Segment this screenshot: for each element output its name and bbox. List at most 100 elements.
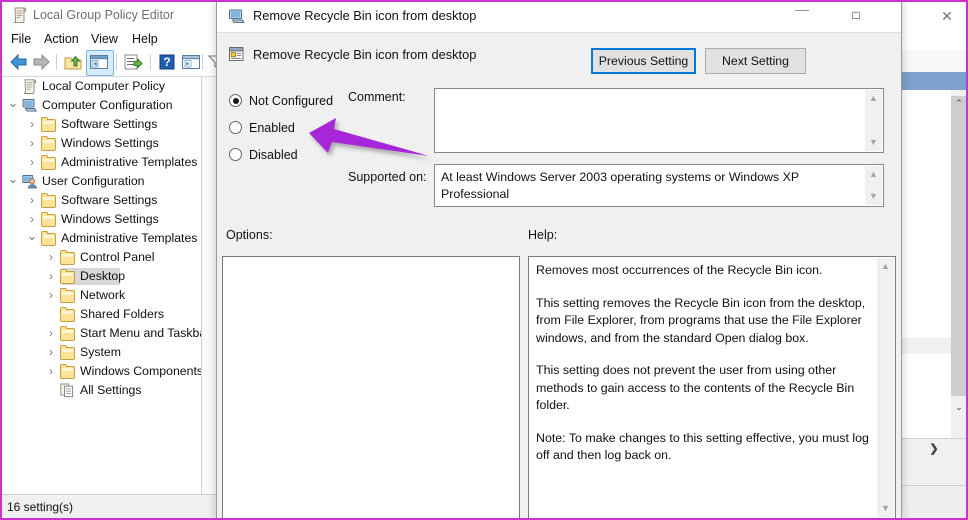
supported-on-scrollbar[interactable]: ▲ ▼ <box>865 166 882 205</box>
chevron-right-icon[interactable]: › <box>25 153 39 172</box>
tree-item-label: Software Settings <box>61 193 158 207</box>
next-setting-button[interactable]: Next Setting <box>705 48 806 74</box>
folder-icon <box>41 155 57 170</box>
chevron-right-icon[interactable]: › <box>25 210 39 229</box>
menu-help[interactable]: Help <box>132 28 158 50</box>
tree-item-label: Computer Configuration <box>42 98 173 112</box>
tree-item[interactable]: › Software Settings <box>2 191 216 210</box>
close-button[interactable]: ✕ <box>887 0 901 31</box>
comment-label: Comment: <box>348 90 406 104</box>
computer-icon <box>22 98 38 113</box>
background-window-scrollbar[interactable] <box>951 96 967 396</box>
chevron-right-icon[interactable]: › <box>25 115 39 134</box>
local-group-policy-editor-window: Local Group Policy Editor File Action Vi… <box>2 2 218 518</box>
tree-item-label: System <box>80 345 121 359</box>
chevron-down-icon[interactable]: ⌄ <box>6 172 20 191</box>
computer-icon <box>228 8 245 24</box>
tree-item[interactable]: › Windows Components <box>2 362 216 381</box>
tree-item[interactable]: ⌄ Computer Configuration <box>2 96 216 115</box>
dialog-title: Remove Recycle Bin icon from desktop <box>253 8 477 23</box>
tree-item[interactable]: › Start Menu and Taskbar <box>2 324 216 343</box>
tree-item[interactable]: ⌄ Administrative Templates <box>2 229 216 248</box>
background-window-footer <box>901 486 967 520</box>
scroll-down-icon[interactable]: ▼ <box>865 135 882 150</box>
export-list-icon[interactable] <box>122 52 144 72</box>
chevron-down-icon[interactable]: ⌄ <box>25 229 39 248</box>
background-window-list-row[interactable] <box>901 338 951 354</box>
chevron-right-icon[interactable]: › <box>44 324 58 343</box>
policy-setting-dialog: Remove Recycle Bin icon from desktop — □… <box>216 0 902 520</box>
maximize-button[interactable]: □ <box>833 0 879 31</box>
back-arrow-icon[interactable] <box>8 52 30 72</box>
background-window-column-header <box>901 50 967 73</box>
help-paragraph: Removes most occurrences of the Recycle … <box>536 263 823 277</box>
options-panel[interactable] <box>222 256 520 519</box>
tree-item[interactable]: › Control Panel <box>2 248 216 267</box>
minimize-button[interactable]: — <box>779 0 825 31</box>
tree-item[interactable]: ⌄ User Configuration <box>2 172 216 191</box>
radio-indicator <box>229 148 242 161</box>
chevron-right-icon[interactable]: › <box>25 191 39 210</box>
svg-text:?: ? <box>163 55 170 69</box>
console-tree[interactable]: Local Computer Policy ⌄ Computer Configura… <box>2 77 216 494</box>
forward-arrow-icon[interactable] <box>30 52 52 72</box>
folder-icon <box>41 193 57 208</box>
up-one-level-icon[interactable] <box>62 52 84 72</box>
background-window-expand-icon[interactable]: ❯ <box>901 438 967 460</box>
tree-item[interactable]: › System <box>2 343 216 362</box>
scroll-down-icon[interactable]: ▼ <box>865 189 882 204</box>
tree-item[interactable]: › Windows Settings <box>2 134 216 153</box>
background-window-selected-row[interactable] <box>901 72 967 90</box>
tree-item[interactable]: Local Computer Policy <box>2 77 216 96</box>
minimize-icon: — <box>795 1 809 17</box>
menu-view[interactable]: View <box>91 28 118 50</box>
scroll-up-icon[interactable]: ▲ <box>865 91 882 106</box>
page-border-top <box>0 0 968 2</box>
gpe-menubar: File Action View Help <box>2 28 218 50</box>
scroll-up-icon[interactable]: ⌃ <box>951 96 967 110</box>
help-panel[interactable]: Removes most occurrences of the Recycle … <box>528 256 896 519</box>
tree-item-label: Administrative Templates <box>61 231 198 245</box>
menu-action[interactable]: Action <box>44 28 79 50</box>
folder-icon <box>41 212 57 227</box>
help-question-icon[interactable]: ? <box>156 52 178 72</box>
help-text: Removes most occurrences of the Recycle … <box>536 262 871 465</box>
help-paragraph: Note: To make changes to this setting ef… <box>536 430 869 463</box>
tree-item-label: Software Settings <box>61 117 158 131</box>
scroll-up-icon[interactable]: ▲ <box>865 167 882 182</box>
tree-item-label: Administrative Templates <box>61 155 198 169</box>
tree-item[interactable]: › Network <box>2 286 216 305</box>
policy-setting-icon <box>228 46 245 62</box>
comment-scrollbar[interactable]: ▲ ▼ <box>865 90 882 151</box>
scroll-up-icon[interactable]: ▲ <box>877 259 894 274</box>
tree-item-label: Local Computer Policy <box>42 79 166 93</box>
chevron-right-icon[interactable]: › <box>25 134 39 153</box>
scroll-down-icon[interactable]: ⌄ <box>951 400 967 414</box>
chevron-right-icon[interactable]: › <box>44 267 58 286</box>
chevron-down-icon[interactable]: ⌄ <box>6 96 20 115</box>
tree-item[interactable]: Shared Folders <box>2 305 216 324</box>
previous-setting-button[interactable]: Previous Setting <box>591 48 696 74</box>
scroll-down-icon[interactable]: ▼ <box>877 501 894 516</box>
chevron-right-icon[interactable]: › <box>44 362 58 381</box>
tree-item[interactable]: All Settings <box>2 381 216 400</box>
tree-item[interactable]: › Windows Settings <box>2 210 216 229</box>
chevron-right-icon[interactable]: › <box>44 248 58 267</box>
background-window-statusbar <box>901 459 967 486</box>
dialog-header: Remove Recycle Bin icon from desktop Pre… <box>217 32 901 83</box>
background-window-close-icon[interactable]: ✕ <box>937 8 957 24</box>
folder-icon <box>41 231 57 246</box>
comment-textbox[interactable]: ▲ ▼ <box>434 88 884 153</box>
tree-item[interactable]: › Software Settings <box>2 115 216 134</box>
gpe-titlebar: Local Group Policy Editor <box>2 2 218 30</box>
tree-item[interactable]: › Desktop <box>2 267 216 286</box>
chevron-right-icon[interactable]: › <box>44 286 58 305</box>
tree-item[interactable]: › Administrative Templates <box>2 153 216 172</box>
help-scrollbar[interactable]: ▲ ▼ <box>877 258 894 517</box>
supported-on-textbox[interactable]: At least Windows Server 2003 operating s… <box>434 164 884 207</box>
menu-file[interactable]: File <box>11 28 31 50</box>
tree-item-label: Desktop <box>80 269 126 283</box>
properties-icon[interactable] <box>180 52 202 72</box>
show-hide-console-tree-icon[interactable] <box>88 52 110 72</box>
chevron-right-icon[interactable]: › <box>44 343 58 362</box>
